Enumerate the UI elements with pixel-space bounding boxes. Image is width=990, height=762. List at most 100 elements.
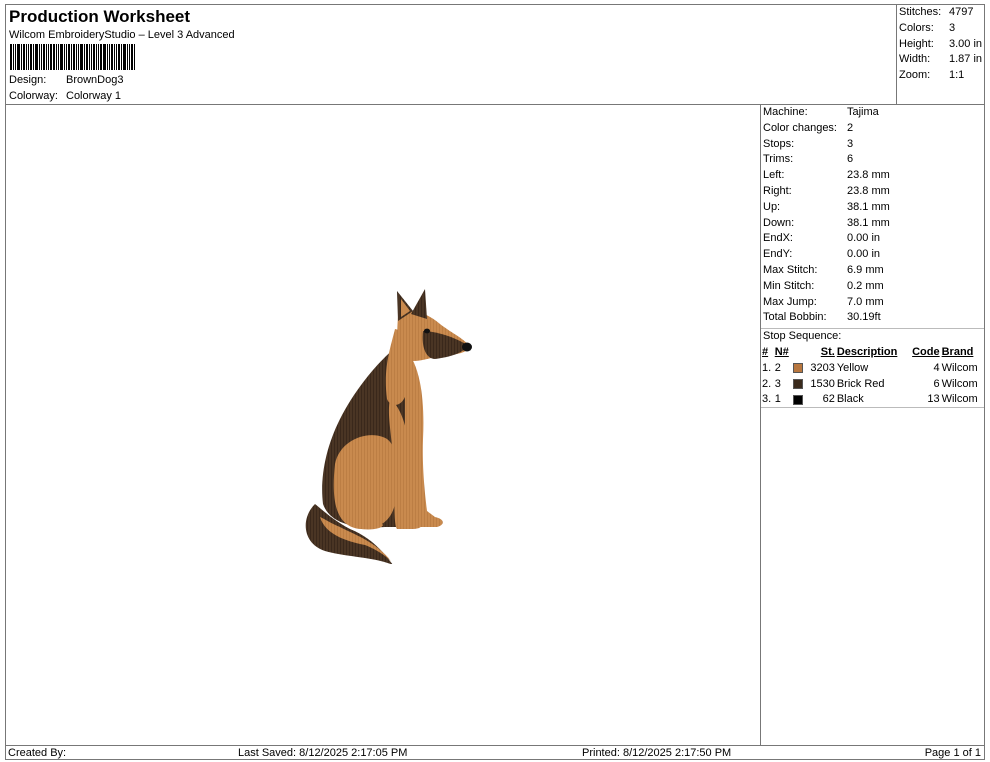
detail-value: 0.00 in xyxy=(847,248,881,261)
barcode-bar xyxy=(41,44,42,70)
barcode-bar xyxy=(116,44,117,70)
worksheet: Production Worksheet Wilcom EmbroiderySt… xyxy=(5,4,985,760)
detail-value: 6.9 mm xyxy=(847,263,884,276)
barcode-bar xyxy=(56,44,57,70)
detail-value: 2 xyxy=(847,121,854,134)
column-header: Code xyxy=(912,345,940,358)
detail-value: 30.19ft xyxy=(847,311,881,324)
detail-row: Max Jump: 7.0 mm xyxy=(761,295,984,311)
stop-sequence-label: Stop Sequence: xyxy=(761,328,984,344)
thread-brand: Wilcom xyxy=(941,377,978,390)
barcode-bar xyxy=(53,44,55,70)
barcode-bar xyxy=(100,44,102,70)
barcode-bar xyxy=(26,44,27,70)
detail-row: Total Bobbin: 30.19ft xyxy=(761,310,984,326)
detail-row: Left: 23.8 mm xyxy=(761,168,984,184)
detail-label: Trims: xyxy=(763,153,794,166)
detail-value: 0.00 in xyxy=(847,232,881,245)
created-by: Created By: xyxy=(8,747,67,759)
detail-row: Right: 23.8 mm xyxy=(761,184,984,200)
barcode-bar xyxy=(35,44,38,70)
detail-label: Total Bobbin: xyxy=(763,311,827,324)
detail-value: 23.8 mm xyxy=(847,184,890,197)
barcode-bar xyxy=(33,44,34,70)
thread-description: Yellow xyxy=(836,361,869,374)
barcode-bar xyxy=(114,44,115,70)
stop-sequence-table: # N# St. Description Code Brand 1. 2 3203 Yellow 4… xyxy=(761,344,984,407)
barcode-bar xyxy=(58,44,59,70)
table-row: 1. 2 3203 Yellow 4 Wilcom xyxy=(761,360,984,376)
stitch-count: 1530 xyxy=(810,377,835,390)
barcode-bar xyxy=(80,44,83,70)
page-title: Production Worksheet xyxy=(9,7,191,26)
barcode-bar xyxy=(15,44,16,70)
page-number: Page 1 of 1 xyxy=(924,747,981,759)
colorway-value: Colorway 1 xyxy=(66,90,122,102)
column-header: St. xyxy=(820,345,835,358)
detail-label: Min Stitch: xyxy=(763,279,815,292)
detail-row: Machine: Tajima xyxy=(761,105,984,121)
barcode-bar xyxy=(30,44,32,70)
barcode-bar xyxy=(91,44,92,70)
barcode-bar xyxy=(103,44,106,70)
barcode-bar xyxy=(111,44,113,70)
thread-brand: Wilcom xyxy=(941,361,978,374)
summary-row: Colors: 3 xyxy=(899,21,956,34)
row-index: 1. xyxy=(762,361,772,374)
needle-number: 3 xyxy=(774,377,781,390)
thread-code: 6 xyxy=(933,377,940,390)
barcode-bar xyxy=(131,44,133,70)
detail-label: EndY: xyxy=(763,248,793,261)
barcode-bar xyxy=(129,44,130,70)
needle-number: 2 xyxy=(774,361,781,374)
barcode-bar xyxy=(50,44,52,70)
software-subtitle: Wilcom EmbroideryStudio – Level 3 Advanc… xyxy=(9,29,235,41)
barcode-bar xyxy=(46,44,47,70)
barcode-bar xyxy=(73,44,75,70)
last-saved: Last Saved: 8/12/2025 2:17:05 PM xyxy=(238,747,408,759)
summary-row: Stitches: 4797 xyxy=(899,6,974,18)
barcode-bar xyxy=(134,44,135,70)
barcode-bar xyxy=(68,44,70,70)
detail-row: Min Stitch: 0.2 mm xyxy=(761,279,984,295)
barcode-bar xyxy=(28,44,29,70)
barcode-bar xyxy=(64,44,65,70)
design-value: BrownDog3 xyxy=(66,74,124,86)
barcode-bar xyxy=(86,44,88,70)
detail-row: Down: 38.1 mm xyxy=(761,216,984,232)
detail-value: 6 xyxy=(847,153,854,166)
thread-description: Brick Red xyxy=(836,377,885,390)
detail-label: Down: xyxy=(763,216,795,229)
detail-label: Left: xyxy=(763,169,785,182)
table-row: 2. 3 1530 Brick Red 6 Wilcom xyxy=(761,376,984,392)
detail-row: Color changes: 2 xyxy=(761,121,984,137)
printed-date: Printed: 8/12/2025 2:17:50 PM xyxy=(582,747,732,759)
table-row: 3. 1 62 Black 13 Wilcom xyxy=(761,392,984,408)
barcode-bar xyxy=(127,44,128,70)
detail-label: Up: xyxy=(763,200,781,213)
summary-box: Stitches: 4797 Colors: 3 Height: 3.00 in Wi… xyxy=(896,5,984,105)
detail-row: Stops: 3 xyxy=(761,137,984,153)
barcode-bar xyxy=(96,44,97,70)
detail-label: Stops: xyxy=(763,137,795,150)
column-header: # xyxy=(762,345,769,358)
design-preview xyxy=(6,105,761,746)
barcode-bar xyxy=(121,44,122,70)
barcode-bar xyxy=(39,44,40,70)
detail-row: Max Stitch: 6.9 mm xyxy=(761,263,984,279)
worksheet-header: Production Worksheet Wilcom EmbroiderySt… xyxy=(6,5,896,105)
stitch-count: 62 xyxy=(822,393,835,406)
german-shepherd-embroidery-image xyxy=(305,289,472,564)
barcode-bar xyxy=(43,44,45,70)
stitch-count: 3203 xyxy=(810,361,835,374)
barcode-bar xyxy=(23,44,25,70)
barcode-bar xyxy=(10,44,12,70)
barcode-bar xyxy=(123,44,126,70)
summary-row: Height: 3.00 in xyxy=(899,37,983,50)
barcode-bar xyxy=(60,44,63,70)
design-name-row: Design: BrownDog3 xyxy=(9,74,123,86)
barcode xyxy=(10,44,148,70)
row-index: 3. xyxy=(762,393,772,406)
detail-value: 23.8 mm xyxy=(847,169,890,182)
color-swatch xyxy=(793,394,804,405)
